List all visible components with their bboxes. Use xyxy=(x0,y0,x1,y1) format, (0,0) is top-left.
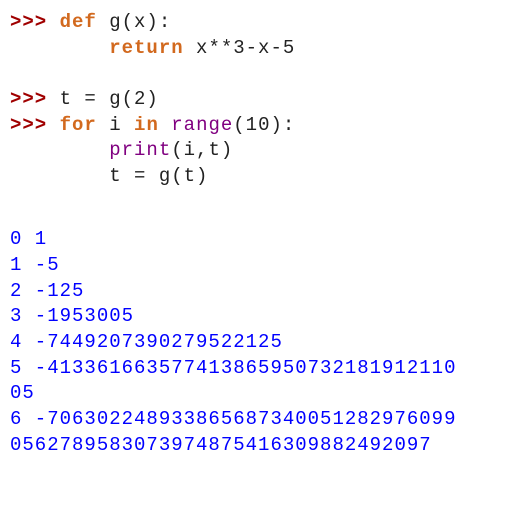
code-text: (i,t) xyxy=(171,139,233,161)
prompt: >>> xyxy=(10,11,60,33)
code-text: x**3-x-5 xyxy=(184,37,296,59)
code-line-4: >>> for i in range(10): xyxy=(10,113,495,139)
output-line-1: 1 -5 xyxy=(10,253,495,279)
code-text: i xyxy=(97,114,134,136)
blank-line xyxy=(10,61,495,87)
code-line-6: t = g(t) xyxy=(10,164,495,190)
prompt: >>> xyxy=(10,114,60,136)
keyword-for: for xyxy=(60,114,97,136)
output-line-0: 0 1 xyxy=(10,227,495,253)
prompt: >>> xyxy=(10,88,60,110)
output-line-6: 6 -706302248933865687340051282976099 056… xyxy=(10,407,495,458)
builtin-range: range xyxy=(159,114,233,136)
code-text: t = g(t) xyxy=(109,165,208,187)
code-text: (10): xyxy=(233,114,295,136)
keyword-in: in xyxy=(134,114,159,136)
keyword-return: return xyxy=(109,37,183,59)
code-line-5: print(i,t) xyxy=(10,138,495,164)
indent xyxy=(10,37,109,59)
keyword-def: def xyxy=(60,11,97,33)
code-line-2: return x**3-x-5 xyxy=(10,36,495,62)
output-block: 0 1 1 -5 2 -125 3 -1953005 4 -7449207390… xyxy=(10,227,495,458)
code-text: g(x): xyxy=(97,11,171,33)
code-line-3: >>> t = g(2) xyxy=(10,87,495,113)
output-line-2: 2 -125 xyxy=(10,279,495,305)
indent xyxy=(10,165,109,187)
code-text: t = g(2) xyxy=(60,88,159,110)
output-line-4: 4 -7449207390279522125 xyxy=(10,330,495,356)
code-line-1: >>> def g(x): xyxy=(10,10,495,36)
code-block: >>> def g(x): return x**3-x-5 >>> t = g(… xyxy=(10,10,495,189)
indent xyxy=(10,139,109,161)
builtin-print: print xyxy=(109,139,171,161)
output-line-3: 3 -1953005 xyxy=(10,304,495,330)
output-line-5: 5 -413361663577413865950732181912110 05 xyxy=(10,356,495,407)
